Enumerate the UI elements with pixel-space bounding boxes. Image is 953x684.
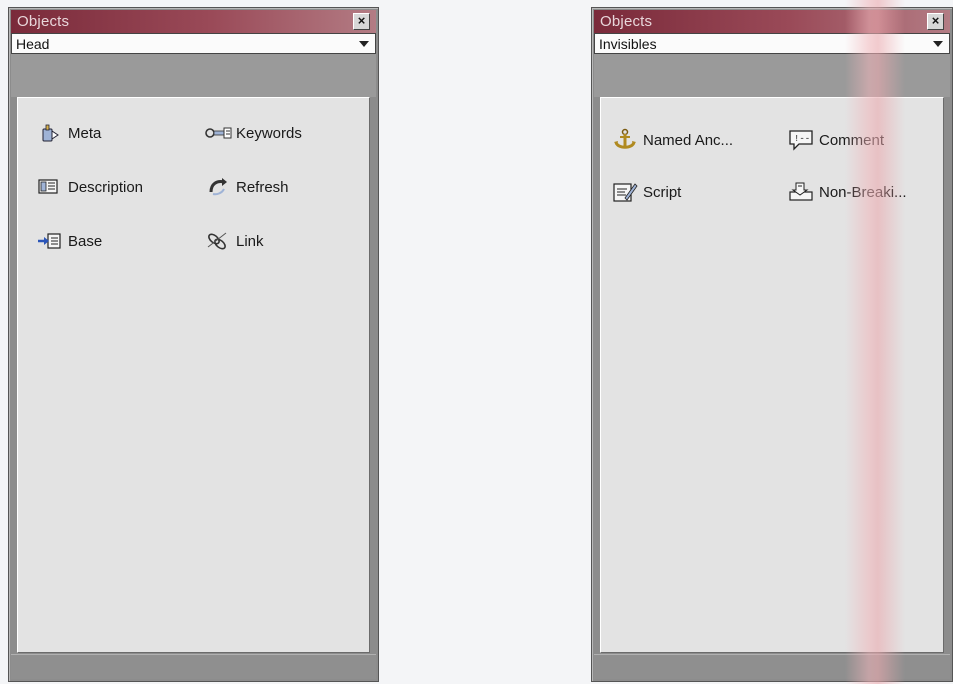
object-item-label: Link — [236, 232, 264, 250]
object-item-named-anchor[interactable]: Named Anc... — [611, 128, 733, 152]
non-breaking-space-icon — [787, 181, 815, 203]
panel-titlebar[interactable]: Objects × — [11, 10, 376, 33]
chevron-down-icon — [359, 41, 369, 47]
panel-title: Objects — [600, 13, 653, 30]
object-item-label: Keywords — [236, 124, 302, 142]
object-item-label: Non-Breaki... — [819, 183, 907, 201]
comment-icon: !-- — [787, 129, 815, 151]
object-item-label: Base — [68, 232, 103, 250]
objects-panel-head: Objects × Head Meta Keywords Description — [8, 7, 379, 682]
object-item-refresh[interactable]: Refresh — [204, 175, 289, 199]
meta-icon — [36, 122, 64, 144]
category-selected: Invisibles — [599, 36, 657, 52]
object-item-comment[interactable]: !-- Comment — [787, 128, 884, 152]
object-item-label: Meta — [68, 124, 102, 142]
chevron-down-icon — [933, 41, 943, 47]
close-button[interactable]: × — [927, 13, 944, 30]
refresh-icon — [204, 176, 232, 198]
keywords-icon — [204, 122, 232, 144]
object-item-label: Description — [68, 178, 144, 196]
object-item-script[interactable]: Script — [611, 180, 681, 204]
close-button[interactable]: × — [353, 13, 370, 30]
category-selected: Head — [16, 36, 50, 52]
panel-header-strip — [11, 54, 376, 97]
panel-footer — [594, 654, 950, 679]
object-list: Named Anc... !-- Comment Script Non-Brea… — [600, 97, 944, 653]
close-icon: × — [357, 13, 366, 28]
category-dropdown[interactable]: Head — [11, 33, 376, 54]
named-anchor-icon — [611, 128, 639, 151]
svg-text:!--: !-- — [794, 134, 810, 144]
description-icon — [36, 176, 64, 198]
base-icon — [36, 230, 64, 252]
object-item-description[interactable]: Description — [36, 175, 143, 199]
object-item-label: Comment — [819, 131, 885, 149]
panel-title: Objects — [17, 13, 70, 30]
objects-panel-invisibles: Objects × Invisibles Named Anc... !-- Co… — [591, 7, 953, 682]
link-icon — [204, 230, 232, 252]
object-item-base[interactable]: Base — [36, 229, 102, 253]
object-item-link[interactable]: Link — [204, 229, 264, 253]
object-item-keywords[interactable]: Keywords — [204, 121, 302, 145]
category-dropdown[interactable]: Invisibles — [594, 33, 950, 54]
close-icon: × — [931, 13, 940, 28]
panel-titlebar[interactable]: Objects × — [594, 10, 950, 33]
object-item-label: Named Anc... — [643, 131, 734, 149]
script-icon — [611, 181, 639, 203]
object-item-label: Script — [643, 183, 682, 201]
panel-header-strip — [594, 54, 950, 97]
object-list: Meta Keywords Description Refresh Base L… — [17, 97, 370, 653]
object-item-non-breaking-space[interactable]: Non-Breaki... — [787, 180, 907, 204]
object-item-meta[interactable]: Meta — [36, 121, 101, 145]
object-item-label: Refresh — [236, 178, 289, 196]
panel-footer — [11, 654, 376, 679]
